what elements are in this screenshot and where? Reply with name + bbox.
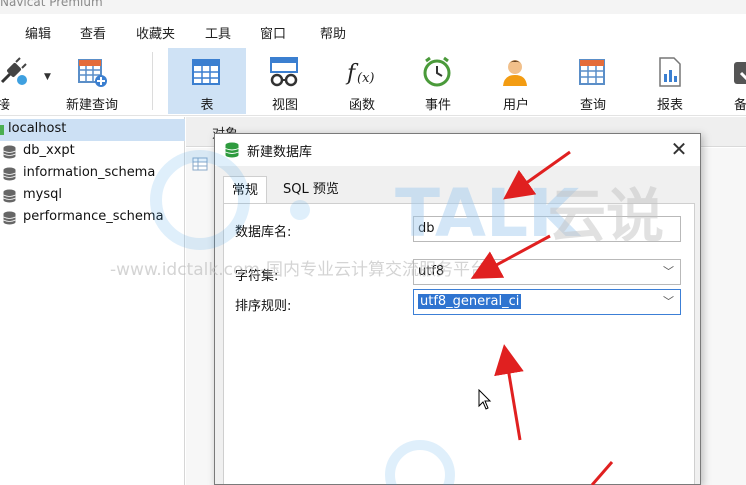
- dialog-tabs: 常规 SQL 预览: [223, 176, 695, 204]
- tab-general[interactable]: 常规: [223, 176, 268, 204]
- view-glasses-icon: [270, 57, 298, 87]
- menu-tools[interactable]: 工具: [205, 23, 231, 42]
- tree-item-database[interactable]: mysql: [0, 185, 185, 207]
- menu-window[interactable]: 窗口: [260, 23, 286, 42]
- menu-edit[interactable]: 编辑: [25, 23, 51, 42]
- chevron-down-icon: ﹀: [663, 265, 674, 278]
- charset-label: 字符集:: [235, 269, 279, 284]
- connection-tree: localhost db_xxpt information_schema mys…: [0, 117, 185, 485]
- new-database-dialog: 新建数据库 ✕ 常规 SQL 预览 数据库名: db 字符集: utf8 ﹀ 排…: [214, 133, 701, 485]
- tree-item-label: mysql: [23, 187, 62, 202]
- charset-select[interactable]: utf8 ﹀: [413, 259, 681, 285]
- function-tool-button[interactable]: f (x) 函数: [323, 48, 401, 114]
- event-tool-button[interactable]: 事件: [399, 48, 477, 114]
- dialog-titlebar: 新建数据库 ✕: [215, 134, 700, 166]
- report-icon: [659, 57, 681, 87]
- table-icon: [192, 59, 220, 85]
- connect-button[interactable]: 连接: [0, 48, 42, 114]
- query-tool-button[interactable]: 查询: [554, 48, 632, 114]
- collation-select[interactable]: utf8_general_ci ﹀: [413, 289, 681, 315]
- menu-favorites[interactable]: 收藏夹: [136, 23, 175, 42]
- function-label: 函数: [348, 98, 375, 113]
- connect-label: 连接: [0, 98, 11, 113]
- menu-help[interactable]: 帮助: [320, 23, 346, 42]
- database-icon: [3, 167, 16, 181]
- app-title: Navicat Premium: [0, 0, 103, 9]
- tree-item-label: information_schema: [23, 165, 156, 180]
- db-name-input[interactable]: db: [413, 216, 681, 242]
- query-label: 查询: [579, 98, 606, 113]
- database-icon: [3, 211, 16, 225]
- database-green-icon: [225, 142, 239, 158]
- window-titlebar: Navicat Premium: [0, 0, 746, 14]
- database-icon: [3, 189, 16, 203]
- dialog-title: 新建数据库: [247, 145, 313, 160]
- tree-item-label: performance_schema: [23, 209, 164, 224]
- query-icon: [579, 59, 605, 85]
- user-icon: [503, 60, 527, 86]
- close-icon[interactable]: ✕: [668, 138, 690, 160]
- tree-item-database[interactable]: information_schema: [0, 163, 185, 185]
- svg-text:(x): (x): [357, 71, 374, 86]
- toolbar-divider: [152, 52, 153, 110]
- db-name-value: db: [418, 221, 435, 236]
- tree-item-label: db_xxpt: [23, 143, 75, 158]
- report-tool-button[interactable]: 报表: [631, 48, 709, 114]
- tree-item-database[interactable]: performance_schema: [0, 207, 185, 229]
- user-tool-button[interactable]: 用户: [477, 48, 555, 114]
- mouse-cursor-icon: [478, 389, 492, 410]
- table-tool-button[interactable]: 表: [168, 48, 246, 114]
- table-small-icon: [192, 157, 208, 171]
- new-query-button[interactable]: 新建查询: [56, 48, 128, 114]
- tab-sql-preview[interactable]: SQL 预览: [275, 176, 347, 204]
- view-label: 视图: [271, 98, 298, 113]
- tree-item-database[interactable]: db_xxpt: [0, 141, 185, 163]
- database-icon: [3, 145, 16, 159]
- connection-status-icon: [0, 125, 4, 135]
- event-clock-icon: [423, 56, 451, 87]
- user-label: 用户: [502, 98, 529, 113]
- function-fx-icon: f (x): [345, 61, 374, 86]
- connect-dropdown-icon[interactable]: ▼: [44, 72, 51, 82]
- menu-view[interactable]: 查看: [80, 23, 106, 42]
- general-panel: 数据库名: db 字符集: utf8 ﹀ 排序规则: utf8_general_…: [223, 203, 695, 484]
- collation-label: 排序规则:: [235, 299, 292, 314]
- backup-icon: [734, 62, 746, 84]
- charset-value: utf8: [418, 264, 445, 279]
- db-name-label: 数据库名:: [235, 225, 292, 240]
- backup-tool-button[interactable]: 备: [708, 48, 746, 114]
- tree-item-label: localhost: [8, 121, 67, 136]
- new-query-label: 新建查询: [65, 98, 118, 113]
- main-toolbar: 连接 ▼ 新建查询 表 视图 f: [0, 46, 746, 116]
- backup-label: 备: [734, 98, 746, 113]
- table-label: 表: [200, 98, 214, 113]
- view-tool-button[interactable]: 视图: [246, 48, 324, 114]
- tree-item-localhost[interactable]: localhost: [0, 119, 185, 141]
- collation-value: utf8_general_ci: [418, 294, 522, 309]
- menu-bar: 编辑 查看 收藏夹 工具 窗口 帮助: [0, 14, 746, 46]
- chevron-down-icon: ﹀: [663, 295, 674, 308]
- new-query-icon: [78, 59, 107, 87]
- report-label: 报表: [656, 98, 683, 113]
- connect-plug-icon: [0, 57, 27, 85]
- event-label: 事件: [424, 98, 451, 113]
